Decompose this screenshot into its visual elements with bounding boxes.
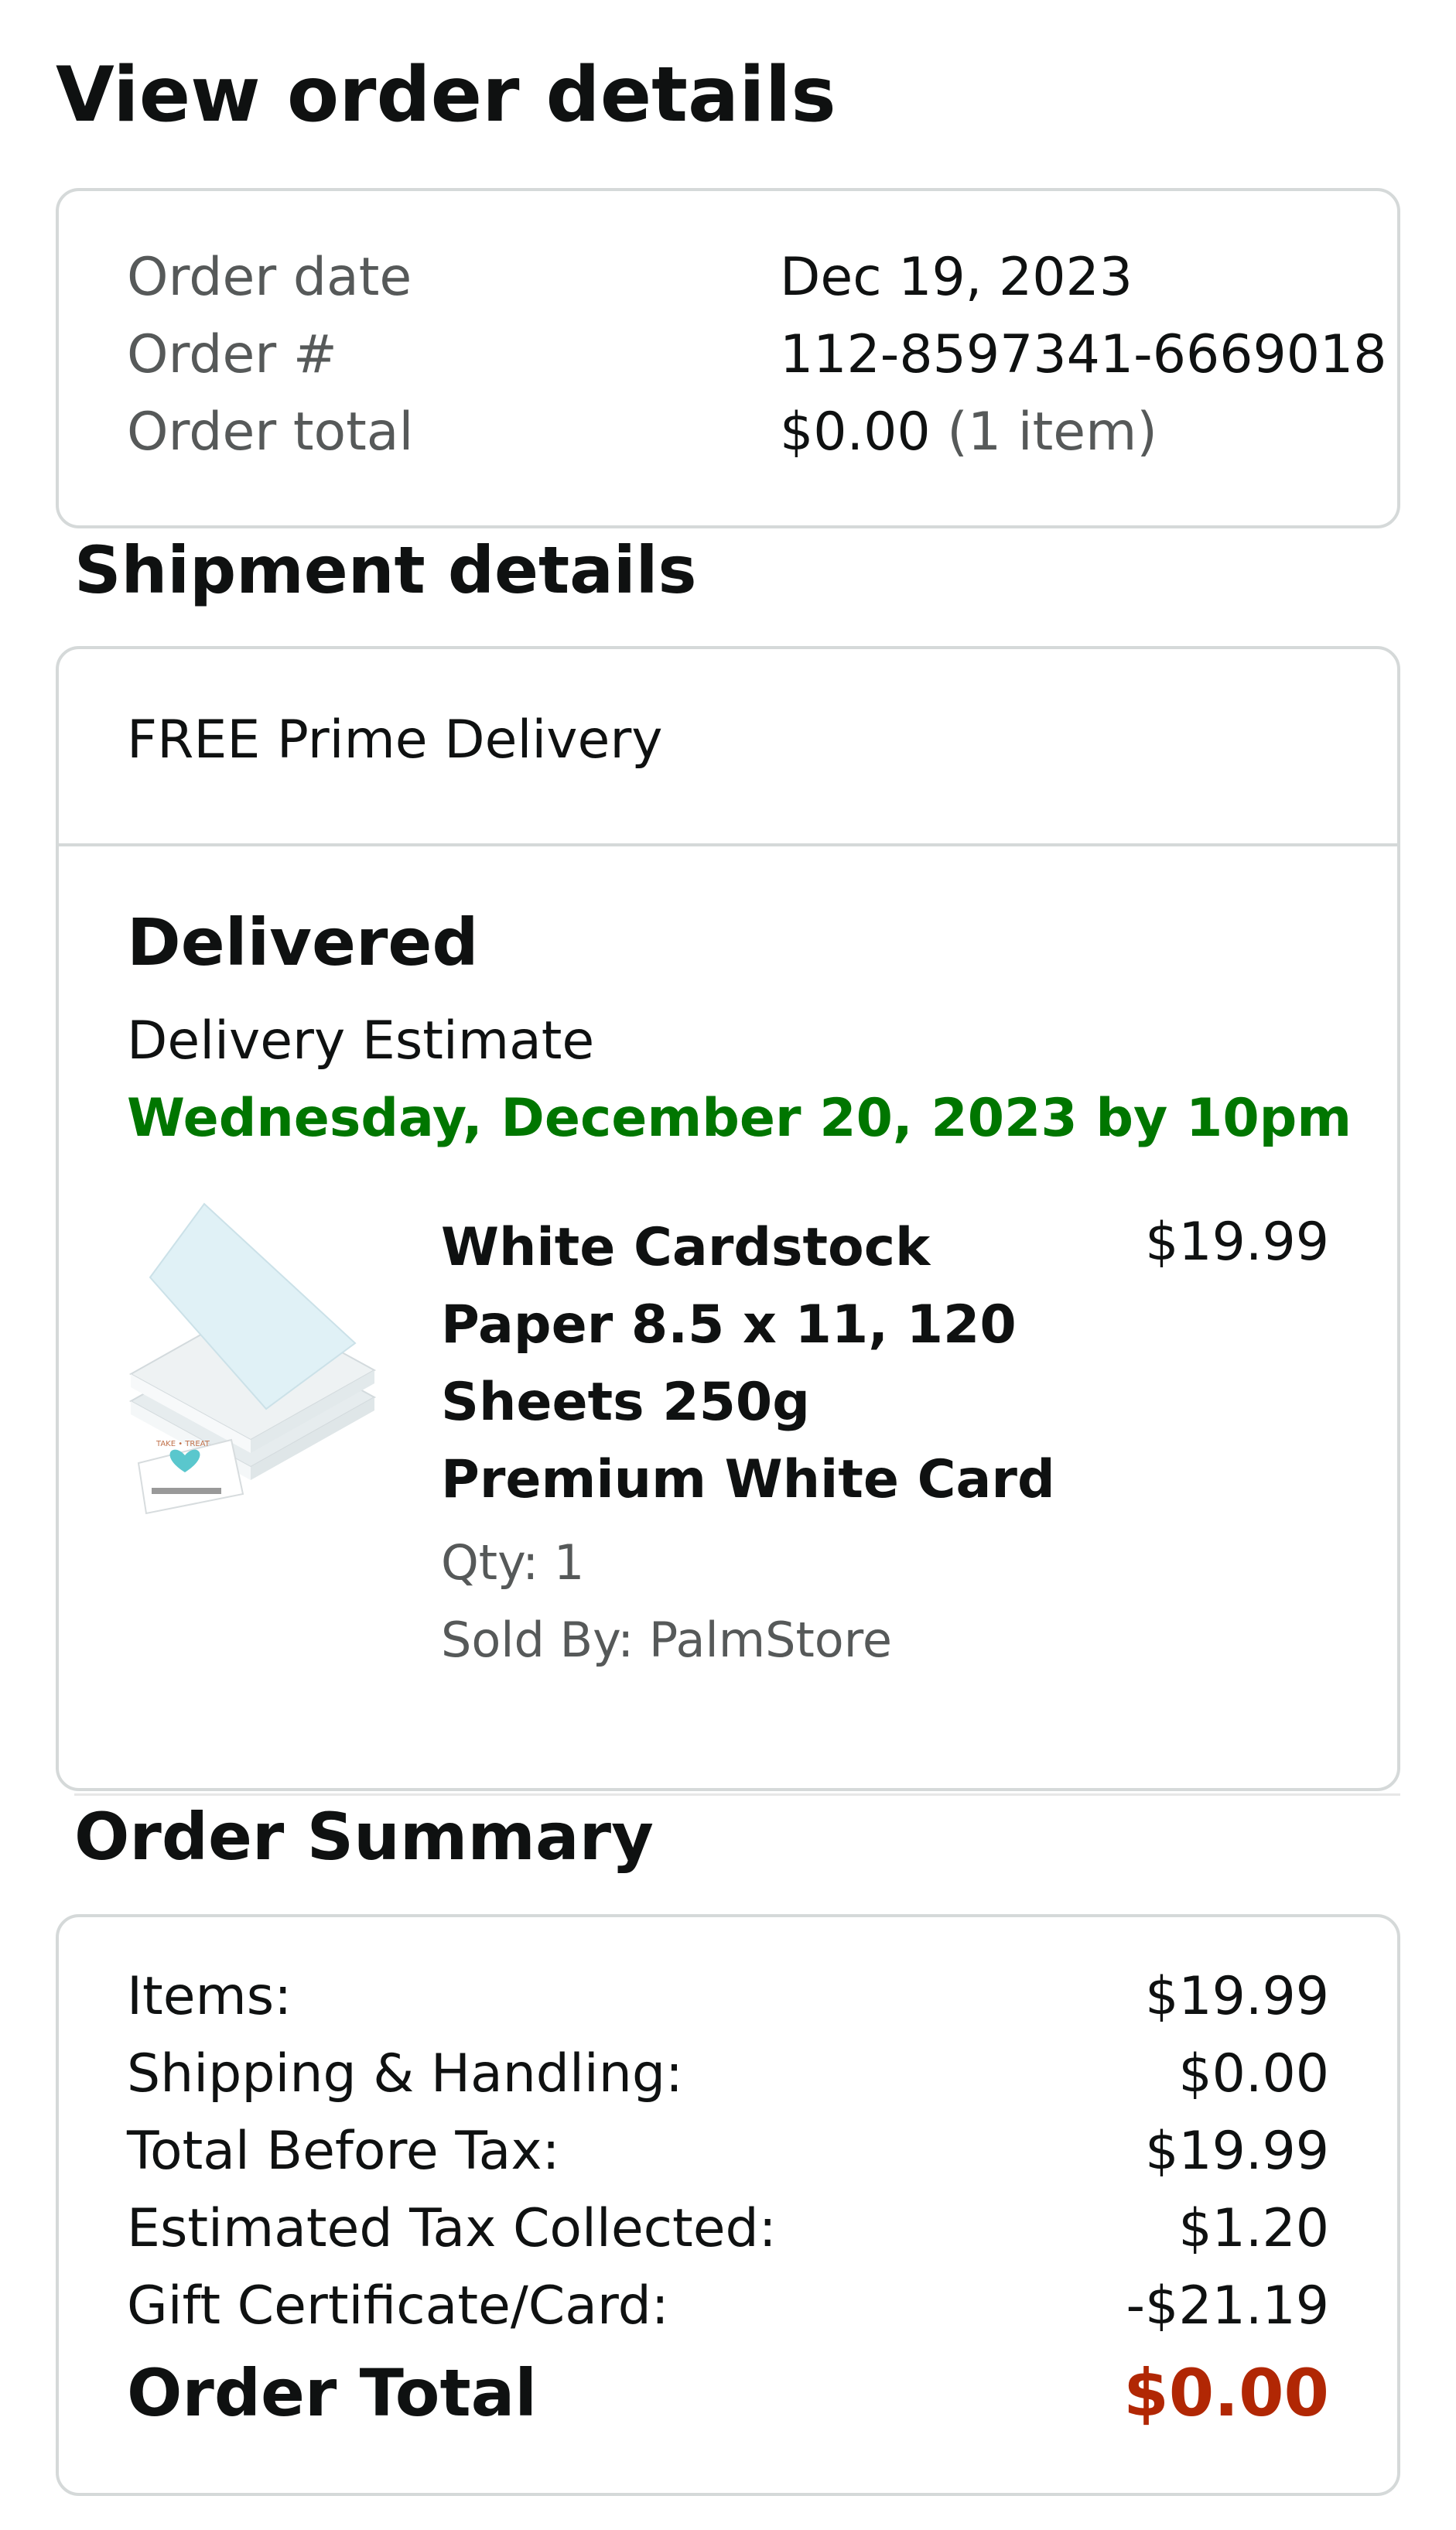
order-number-label: Order # [127, 324, 337, 385]
order-date-row: Order date Dec 19, 2023 [127, 251, 1133, 304]
order-total-amount: $0.00 [1123, 2355, 1329, 2431]
order-date-label: Order date [127, 247, 412, 308]
summary-row-before-tax: Total Before Tax: $19.99 [127, 2117, 1329, 2186]
summary-value: -$21.19 [1126, 2275, 1329, 2337]
order-date-value: Dec 19, 2023 [780, 247, 1133, 308]
order-total-value: $0.00 [780, 402, 931, 463]
summary-value: $19.99 [1145, 2121, 1329, 2182]
shipping-method-header: FREE Prime Delivery [59, 649, 1397, 846]
order-total-label: Order Total [127, 2355, 538, 2431]
product-title-line: Sheets 250g [441, 1372, 810, 1433]
order-total-label: Order total [127, 402, 414, 463]
shipment-section-title: Shipment details [74, 532, 697, 608]
cardstock-product-image[interactable]: TAKE • TREAT [127, 1200, 390, 1525]
order-number-value: 112-8597341-6669018 [780, 324, 1387, 385]
order-number-row: Order # 112-8597341-6669018 [127, 329, 1387, 381]
summary-value: $1.20 [1178, 2198, 1329, 2259]
product-price: $19.99 [1145, 1212, 1329, 1273]
product-title-line: Premium White Card [441, 1449, 1055, 1510]
product-title-line: White Cardstock [441, 1217, 931, 1278]
order-total-value-group: $0.00 (1 item) [780, 406, 1157, 459]
product-title-link[interactable]: White Cardstock Paper 8.5 x 11, 120 Shee… [441, 1209, 1055, 1519]
order-summary-card: Items: $19.99 Shipping & Handling: $0.00… [56, 1914, 1400, 2496]
svg-text:TAKE • TREAT: TAKE • TREAT [156, 1440, 210, 1448]
order-summary-title: Order Summary [74, 1799, 654, 1875]
delivery-status: Delivered [127, 904, 479, 980]
shipment-card: FREE Prime Delivery Delivered Delivery E… [56, 646, 1400, 1791]
order-item-count: (1 item) [947, 402, 1157, 463]
summary-row-order-total: Order Total $0.00 [127, 2351, 1329, 2436]
product-seller: Sold By: PalmStore [441, 1612, 892, 1668]
summary-row-shipping: Shipping & Handling: $0.00 [127, 2039, 1329, 2109]
summary-row-items: Items: $19.99 [127, 1962, 1329, 2032]
product-title-line: Paper 8.5 x 11, 120 [441, 1294, 1017, 1356]
summary-label: Items: [127, 1966, 292, 2027]
summary-label: Estimated Tax Collected: [127, 2198, 777, 2259]
summary-label: Total Before Tax: [127, 2121, 560, 2182]
summary-row-tax: Estimated Tax Collected: $1.20 [127, 2194, 1329, 2264]
product-thumbnail-graphic: TAKE • TREAT [128, 1202, 377, 1515]
shipping-method: FREE Prime Delivery [127, 709, 663, 771]
section-divider [74, 1793, 1400, 1796]
summary-value: $19.99 [1145, 1966, 1329, 2027]
page-title: View order details [56, 51, 836, 139]
summary-label: Gift Certificate/Card: [127, 2275, 669, 2337]
order-info-card: Order date Dec 19, 2023 Order # 112-8597… [56, 188, 1400, 528]
summary-row-gift-card: Gift Certificate/Card: -$21.19 [127, 2272, 1329, 2341]
summary-label: Shipping & Handling: [127, 2043, 683, 2104]
order-total-row: Order total $0.00 (1 item) [127, 406, 1157, 459]
delivery-estimate-date: Wednesday, December 20, 2023 by 10pm [127, 1088, 1352, 1149]
delivery-estimate-label: Delivery Estimate [127, 1010, 595, 1072]
product-quantity: Qty: 1 [441, 1534, 585, 1591]
summary-value: $0.00 [1178, 2043, 1329, 2104]
